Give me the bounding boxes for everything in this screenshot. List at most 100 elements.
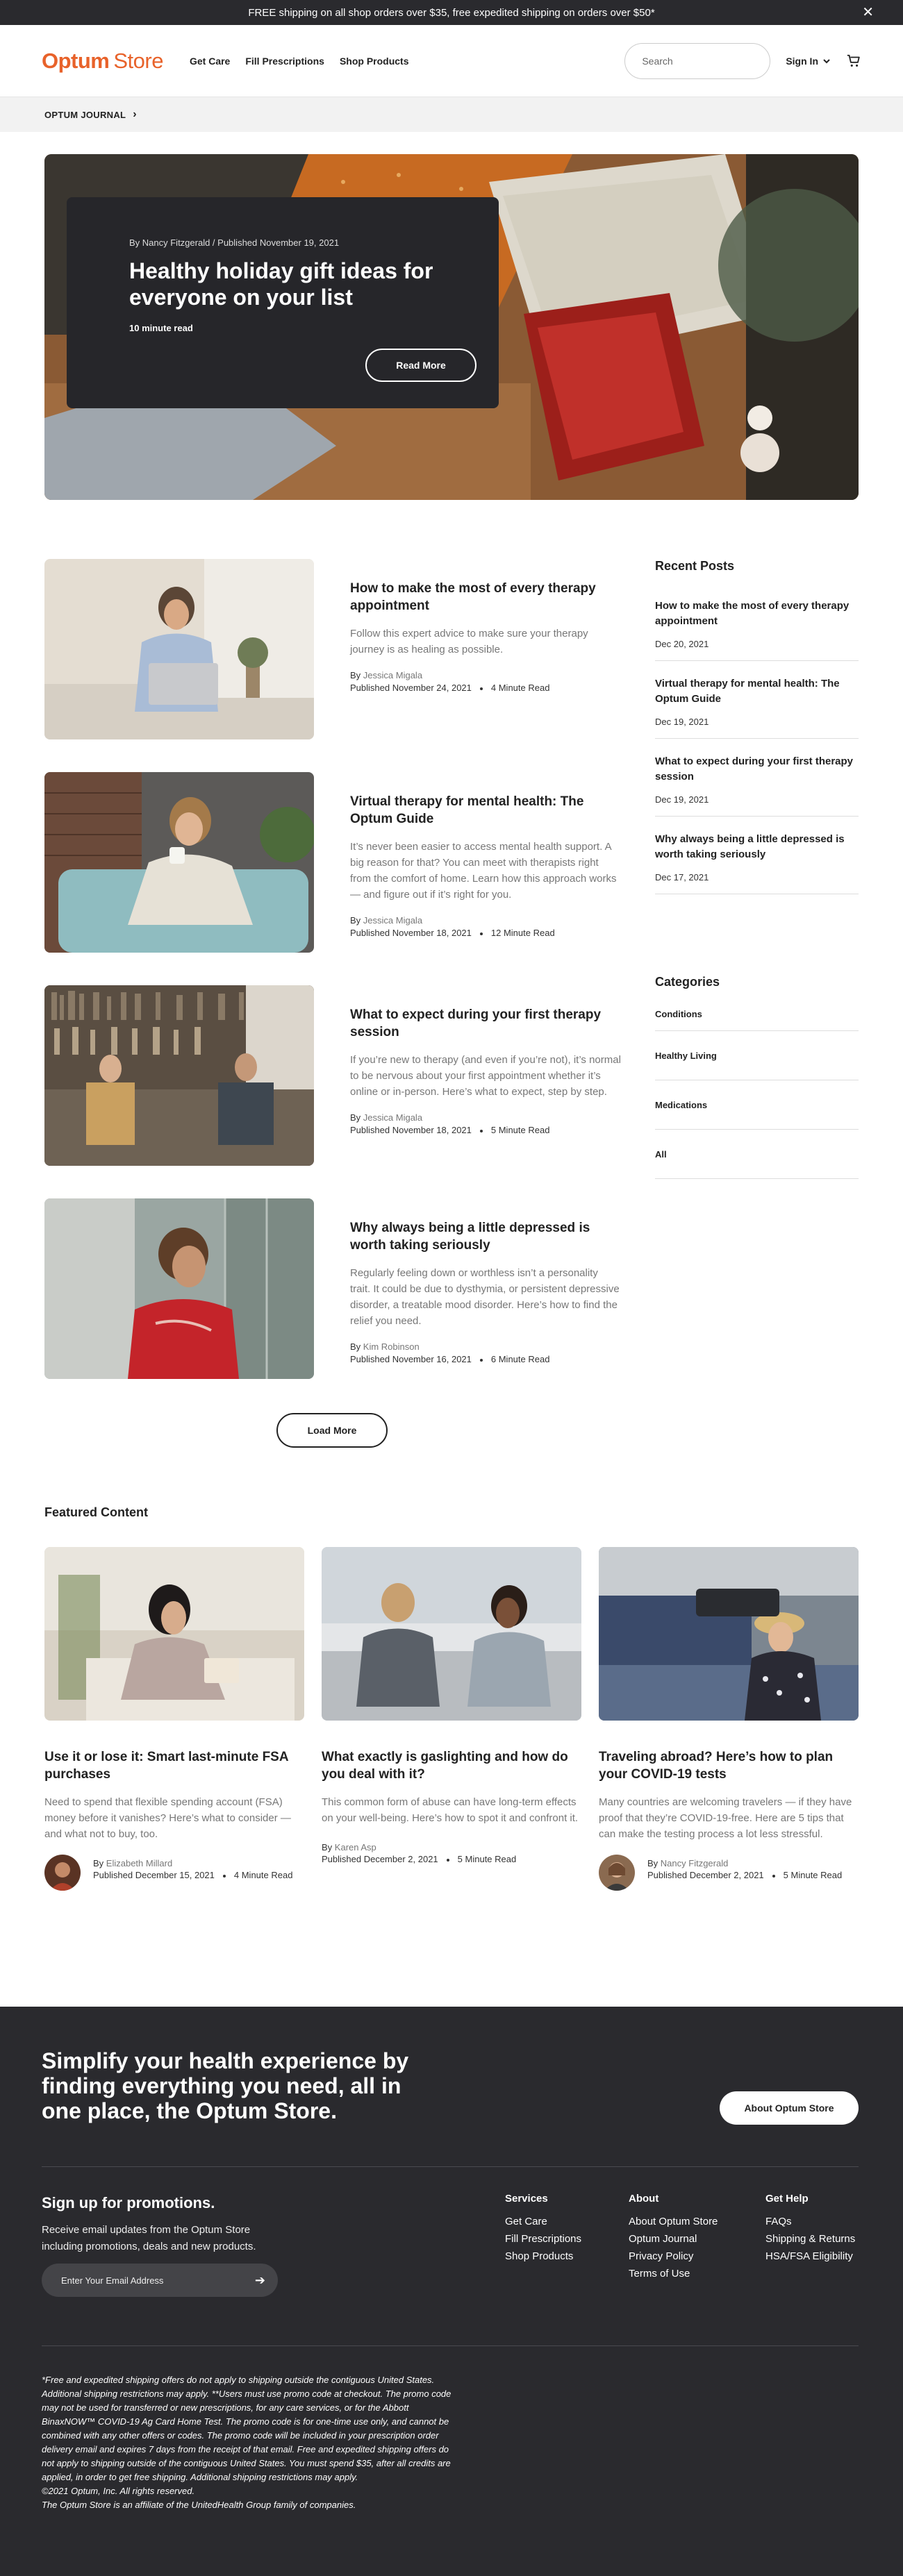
read-more-button[interactable]: Read More xyxy=(365,349,477,382)
divider xyxy=(42,2345,859,2346)
hero-title[interactable]: Healthy holiday gift ideas for everyone … xyxy=(129,258,436,310)
categories: Categories Conditions Healthy Living Med… xyxy=(655,975,859,1179)
recent-post-item[interactable]: Why always being a little depressed is w… xyxy=(655,817,859,894)
recent-post-title[interactable]: How to make the most of every therapy ap… xyxy=(655,599,859,629)
by-label: By xyxy=(322,1842,335,1852)
signup-title: Sign up for promotions. xyxy=(42,2194,215,2211)
article-published: Published November 16, 2021 xyxy=(350,1354,472,1364)
featured-title[interactable]: Traveling abroad? Here’s how to plan you… xyxy=(599,1748,859,1783)
recent-post-title[interactable]: Virtual therapy for mental health: The O… xyxy=(655,676,859,707)
recent-post-title[interactable]: What to expect during your first therapy… xyxy=(655,754,859,785)
article-card[interactable]: Virtual therapy for mental health: The O… xyxy=(44,772,621,953)
article-image[interactable] xyxy=(44,559,314,739)
footer-column-heading: Get Help xyxy=(765,2193,809,2205)
close-icon[interactable]: ✕ xyxy=(862,6,874,19)
article-title[interactable]: How to make the most of every therapy ap… xyxy=(350,580,621,614)
article-author[interactable]: Jessica Migala xyxy=(363,915,422,926)
about-optum-store-button[interactable]: About Optum Store xyxy=(720,2091,859,2125)
featured-published: Published December 15, 2021 xyxy=(93,1870,215,1880)
optum-store-logo[interactable]: Optum Store xyxy=(42,49,163,74)
article-image[interactable] xyxy=(44,772,314,953)
by-label: By xyxy=(350,1341,363,1352)
footer-link[interactable]: About Optum Store xyxy=(629,2213,718,2230)
load-more-button[interactable]: Load More xyxy=(276,1413,388,1448)
featured-description: Many countries are welcoming travelers —… xyxy=(599,1796,852,1840)
footer-link[interactable]: Terms of Use xyxy=(629,2265,718,2282)
category-healthy-living[interactable]: Healthy Living xyxy=(655,1031,859,1080)
email-field[interactable] xyxy=(61,2275,255,2286)
nav-shop-products[interactable]: Shop Products xyxy=(340,56,409,67)
featured-image[interactable] xyxy=(44,1547,304,1721)
by-label: By xyxy=(93,1858,106,1868)
featured-author[interactable]: Elizabeth Millard xyxy=(106,1858,172,1868)
article-card[interactable]: Why always being a little depressed is w… xyxy=(44,1198,621,1379)
breadcrumb: OPTUM JOURNAL › xyxy=(0,97,903,132)
article-card[interactable]: How to make the most of every therapy ap… xyxy=(44,559,621,739)
article-author[interactable]: Jessica Migala xyxy=(363,670,422,680)
site-header: Optum Store Get Care Fill Prescriptions … xyxy=(0,25,903,97)
cart-icon[interactable] xyxy=(846,53,861,69)
category-all[interactable]: All xyxy=(655,1130,859,1179)
footer-link[interactable]: Privacy Policy xyxy=(629,2248,718,2265)
footer-link[interactable]: Shop Products xyxy=(505,2248,581,2265)
footer-column-heading: Services xyxy=(505,2193,548,2205)
avatar xyxy=(599,1855,635,1891)
recent-post-title[interactable]: Why always being a little depressed is w… xyxy=(655,832,859,862)
hero-meta: By Nancy Fitzgerald / Published November… xyxy=(129,237,340,248)
article-author[interactable]: Jessica Migala xyxy=(363,1112,422,1123)
article-title[interactable]: What to expect during your first therapy… xyxy=(350,1006,621,1041)
nav-get-care[interactable]: Get Care xyxy=(190,56,230,67)
footer-link[interactable]: Fill Prescriptions xyxy=(505,2230,581,2248)
article-title[interactable]: Virtual therapy for mental health: The O… xyxy=(350,793,621,828)
recent-post-item[interactable]: Virtual therapy for mental health: The O… xyxy=(655,661,859,739)
featured-image[interactable] xyxy=(599,1547,859,1721)
avatar xyxy=(44,1855,81,1891)
sign-in-label: Sign In xyxy=(786,55,818,67)
article-description: Follow this expert advice to make sure y… xyxy=(350,628,588,655)
featured-read-time: 5 Minute Read xyxy=(457,1854,517,1864)
featured-title[interactable]: Use it or lose it: Smart last-minute FSA… xyxy=(44,1748,304,1783)
recent-post-item[interactable]: How to make the most of every therapy ap… xyxy=(655,574,859,661)
hero-banner: By Nancy Fitzgerald / Published November… xyxy=(44,154,859,500)
article-image[interactable] xyxy=(44,985,314,1166)
footer-link[interactable]: Get Care xyxy=(505,2213,581,2230)
footer-link[interactable]: Optum Journal xyxy=(629,2230,718,2248)
article-read-time: 4 Minute Read xyxy=(490,683,550,693)
category-medications[interactable]: Medications xyxy=(655,1080,859,1130)
featured-card[interactable]: Traveling abroad? Here’s how to plan you… xyxy=(599,1547,859,1891)
featured-description: This common form of abuse can have long-… xyxy=(322,1796,579,1824)
footer-link[interactable]: Shipping & Returns xyxy=(765,2230,855,2248)
article-description: Regularly feeling down or worthless isn’… xyxy=(350,1267,620,1327)
article-title[interactable]: Why always being a little depressed is w… xyxy=(350,1219,621,1254)
featured-card[interactable]: Use it or lose it: Smart last-minute FSA… xyxy=(44,1547,304,1891)
article-card[interactable]: What to expect during your first therapy… xyxy=(44,985,621,1166)
footer-column-get-help: Get Help FAQs Shipping & Returns HSA/FSA… xyxy=(765,2193,855,2265)
article-image[interactable] xyxy=(44,1198,314,1379)
arrow-right-icon[interactable]: ➔ xyxy=(255,2273,265,2288)
featured-card[interactable]: What exactly is gaslighting and how do y… xyxy=(322,1547,581,1865)
recent-post-item[interactable]: What to expect during your first therapy… xyxy=(655,739,859,817)
search-box xyxy=(624,42,771,79)
featured-title[interactable]: What exactly is gaslighting and how do y… xyxy=(322,1748,581,1783)
footer-link[interactable]: FAQs xyxy=(765,2213,855,2230)
breadcrumb-journal[interactable]: OPTUM JOURNAL xyxy=(44,110,126,120)
recent-posts-heading: Recent Posts xyxy=(655,559,735,573)
sign-in-button[interactable]: Sign In xyxy=(786,56,831,67)
article-author[interactable]: Kim Robinson xyxy=(363,1341,420,1352)
search-input[interactable] xyxy=(642,55,768,67)
by-label: By xyxy=(350,1112,363,1123)
nav-fill-prescriptions[interactable]: Fill Prescriptions xyxy=(245,56,324,67)
footer-link[interactable]: HSA/FSA Eligibility xyxy=(765,2248,855,2265)
featured-author[interactable]: Nancy Fitzgerald xyxy=(661,1858,729,1868)
chevron-right-icon: › xyxy=(133,108,137,120)
recent-post-date: Dec 19, 2021 xyxy=(655,717,709,727)
recent-post-date: Dec 17, 2021 xyxy=(655,872,709,883)
featured-heading: Featured Content xyxy=(44,1505,149,1519)
featured-author[interactable]: Karen Asp xyxy=(335,1842,376,1852)
featured-published: Published December 2, 2021 xyxy=(322,1854,438,1864)
promo-banner: FREE shipping on all shop orders over $3… xyxy=(0,0,903,25)
legal-text: *Free and expedited shipping offers do n… xyxy=(42,2375,452,2482)
recent-post-date: Dec 19, 2021 xyxy=(655,794,709,805)
featured-image[interactable] xyxy=(322,1547,581,1721)
category-conditions[interactable]: Conditions xyxy=(655,989,859,1031)
